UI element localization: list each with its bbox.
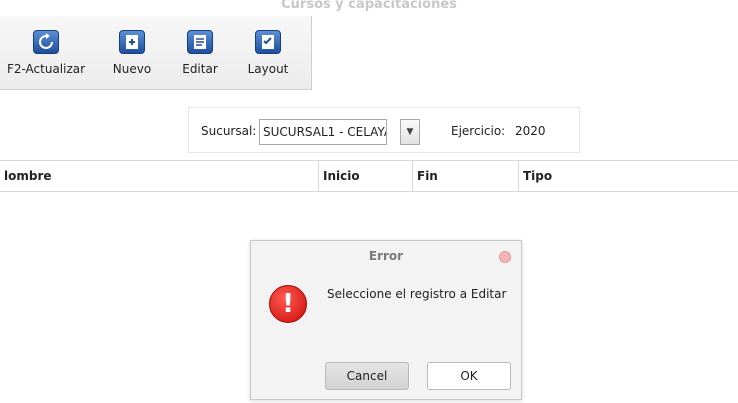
new-label: Nuevo bbox=[112, 62, 152, 76]
column-header-inicio[interactable]: Inicio bbox=[318, 161, 412, 191]
table-header: lombre Inicio Fin Tipo bbox=[0, 160, 738, 192]
edit-document-icon bbox=[187, 30, 213, 54]
cancel-button[interactable]: Cancel bbox=[325, 362, 409, 390]
window-title: Cursos y capacitaciones bbox=[281, 0, 457, 12]
sucursal-dropdown-arrow[interactable]: ▼ bbox=[400, 119, 420, 145]
close-icon[interactable] bbox=[499, 251, 511, 263]
column-header-fin[interactable]: Fin bbox=[412, 161, 518, 191]
toolbar: F2-Actualizar Nuevo Editar Layout bbox=[0, 16, 312, 90]
layout-icon bbox=[255, 30, 281, 54]
new-button[interactable]: Nuevo bbox=[104, 30, 160, 86]
column-header-tipo[interactable]: Tipo bbox=[518, 161, 738, 191]
refresh-label: F2-Actualizar bbox=[6, 62, 86, 76]
layout-button[interactable]: Layout bbox=[236, 30, 300, 86]
ok-button[interactable]: OK bbox=[427, 362, 511, 390]
ejercicio-field[interactable]: 2020 bbox=[511, 119, 561, 145]
refresh-button[interactable]: F2-Actualizar bbox=[4, 30, 88, 86]
edit-label: Editar bbox=[182, 62, 218, 76]
ejercicio-label: Ejercicio: bbox=[451, 124, 506, 138]
chevron-down-icon: ▼ bbox=[406, 127, 414, 137]
error-icon: ! bbox=[269, 285, 307, 323]
dialog-title: Error bbox=[368, 249, 404, 263]
sucursal-label: Sucursal: bbox=[201, 124, 257, 138]
edit-button[interactable]: Editar bbox=[172, 30, 228, 86]
sucursal-select[interactable]: SUCURSAL1 - CELAYA bbox=[259, 119, 387, 145]
error-dialog: Error ! Seleccione el registro a Editar … bbox=[250, 240, 522, 400]
column-header-nombre[interactable]: lombre bbox=[0, 161, 318, 191]
new-document-icon bbox=[119, 30, 145, 54]
layout-label: Layout bbox=[247, 62, 289, 76]
dialog-message: Seleccione el registro a Editar bbox=[327, 287, 507, 301]
filter-bar: Sucursal: SUCURSAL1 - CELAYA ▼ Ejercicio… bbox=[188, 107, 580, 153]
refresh-icon bbox=[33, 30, 59, 54]
